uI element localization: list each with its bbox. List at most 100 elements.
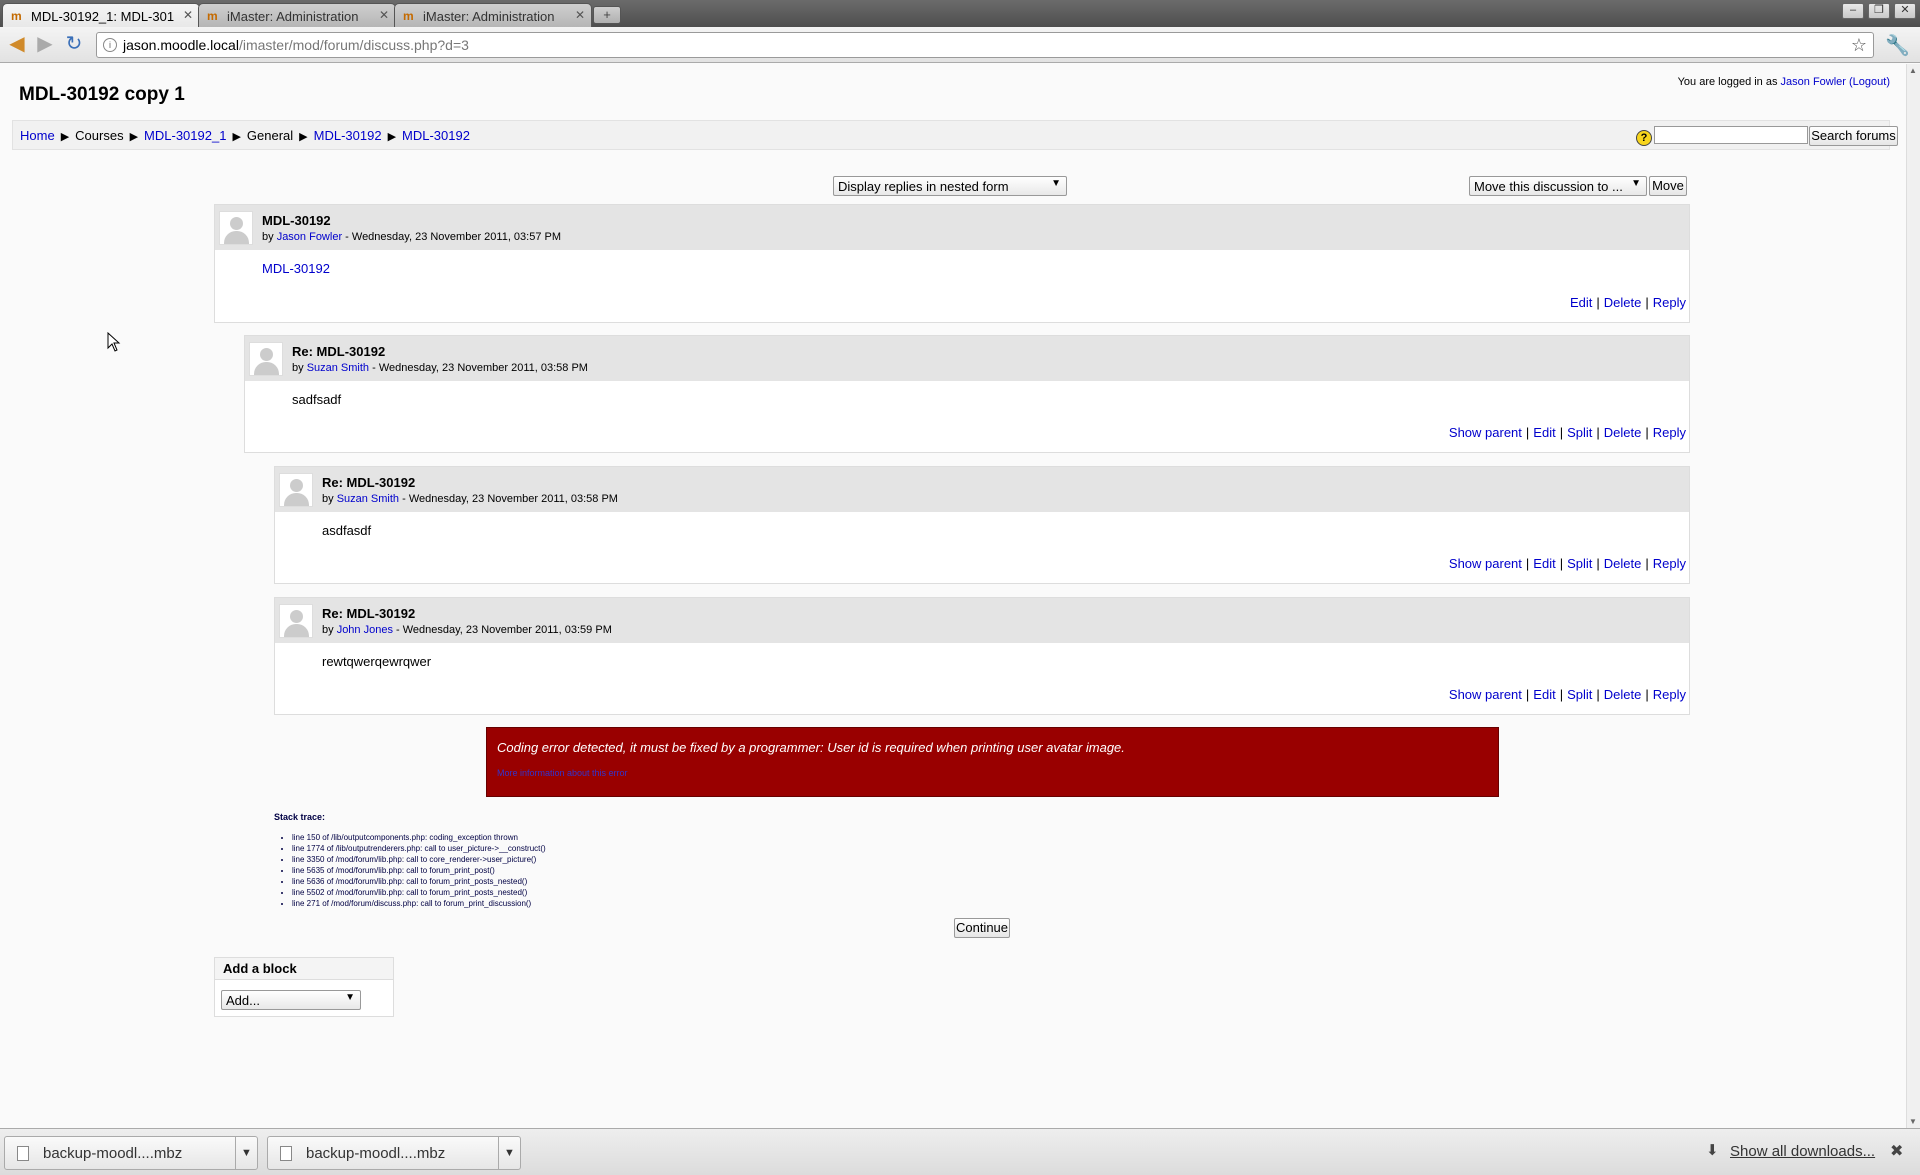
error-message: Coding error detected, it must be fixed … [497, 740, 1125, 755]
bookmark-star-icon[interactable]: ☆ [1851, 35, 1867, 56]
page-content: MDL-30192 copy 1 You are logged in as Ja… [0, 64, 1920, 1128]
post-author-link[interactable]: Suzan Smith [337, 493, 399, 505]
forum-post: Re: MDL-30192 by Suzan Smith - Wednesday… [244, 335, 1690, 453]
download-shelf: backup-moodl....mbz ▼ backup-moodl....mb… [0, 1128, 1920, 1175]
add-block-select[interactable]: Add... ▼ [221, 990, 361, 1010]
stack-trace-line: line 5502 of /mod/forum/lib.php: call to… [292, 887, 546, 898]
show-parent-link[interactable]: Show parent [1449, 425, 1522, 440]
avatar[interactable] [279, 604, 313, 638]
breadcrumb-discussion[interactable]: MDL-30192 [402, 128, 470, 143]
tab-close-icon[interactable]: ✕ [183, 8, 193, 22]
post-message[interactable]: MDL-30192 [262, 261, 330, 276]
breadcrumb-home[interactable]: Home [20, 128, 55, 143]
download-menu-caret-icon[interactable]: ▼ [498, 1137, 520, 1169]
show-parent-link[interactable]: Show parent [1449, 687, 1522, 702]
mouse-cursor-icon [107, 332, 121, 352]
split-link[interactable]: Split [1567, 556, 1592, 571]
help-icon[interactable]: ? [1636, 130, 1652, 146]
stack-trace-line: line 1774 of /lib/outputrenderers.php: c… [292, 843, 546, 854]
tab-label: iMaster: Administration [423, 9, 555, 24]
navbar: Home ▶ Courses ▶ MDL-30192_1 ▶ General ▶ MDL-301… [12, 120, 1898, 150]
post-header: MDL-30192 by Jason Fowler - Wednesday, 2… [215, 205, 1689, 250]
avatar[interactable] [279, 473, 313, 507]
edit-link[interactable]: Edit [1533, 425, 1555, 440]
tab-moodle-forum[interactable]: m MDL-30192_1: MDL-301 ✕ [2, 3, 200, 27]
breadcrumb-general: General [246, 128, 294, 143]
post-commands: Show parent | Edit | Split | Delete | Reply [1448, 687, 1686, 702]
login-info: You are logged in as Jason Fowler (Logou… [1678, 76, 1890, 88]
reply-link[interactable]: Reply [1653, 687, 1686, 702]
scroll-down-icon[interactable]: ▼ [1909, 1117, 1917, 1126]
avatar[interactable] [249, 342, 283, 376]
split-link[interactable]: Split [1567, 687, 1592, 702]
move-button[interactable]: Move [1649, 176, 1687, 196]
url-path: /imaster/mod/forum/discuss.php?d=3 [238, 37, 469, 53]
file-icon [17, 1146, 29, 1161]
post-byline: by Suzan Smith - Wednesday, 23 November … [322, 493, 618, 505]
post-author-link[interactable]: Suzan Smith [307, 362, 369, 374]
moodle-favicon-icon: m [207, 9, 218, 23]
show-all-downloads-link[interactable]: Show all downloads... [1730, 1143, 1875, 1160]
reply-link[interactable]: Reply [1653, 425, 1686, 440]
show-parent-link[interactable]: Show parent [1449, 556, 1522, 571]
edit-link[interactable]: Edit [1570, 295, 1592, 310]
tab-close-icon[interactable]: ✕ [575, 8, 585, 22]
post-subject: Re: MDL-30192 [322, 606, 416, 621]
close-window-icon[interactable]: ✕ [1894, 3, 1916, 19]
restore-window-icon[interactable]: ❐ [1868, 3, 1890, 19]
logout-link[interactable]: (Logout) [1849, 76, 1890, 88]
page-info-icon[interactable]: i [103, 38, 117, 52]
search-forums-input[interactable] [1654, 126, 1808, 144]
delete-link[interactable]: Delete [1604, 425, 1642, 440]
scroll-up-icon[interactable]: ▲ [1909, 66, 1917, 75]
minimize-window-icon[interactable]: – [1842, 3, 1864, 19]
tab-imaster-admin-1[interactable]: m iMaster: Administration ✕ [198, 3, 396, 27]
address-bar[interactable]: i jason.moodle.local/imaster/mod/forum/d… [96, 32, 1874, 58]
wrench-menu-icon[interactable]: 🔧 [1885, 33, 1910, 58]
byline-prefix: by [322, 624, 337, 636]
download-filename: backup-moodl....mbz [306, 1145, 446, 1162]
forum-post: Re: MDL-30192 by Suzan Smith - Wednesday… [274, 466, 1690, 584]
post-author-link[interactable]: Jason Fowler [277, 231, 342, 243]
post-header: Re: MDL-30192 by John Jones - Wednesday,… [275, 598, 1689, 643]
delete-link[interactable]: Delete [1604, 556, 1642, 571]
breadcrumb-separator-icon: ▶ [60, 131, 70, 143]
avatar[interactable] [219, 211, 253, 245]
tab-label: iMaster: Administration [227, 9, 359, 24]
page-scrollbar[interactable]: ▲ ▼ [1906, 64, 1920, 1128]
breadcrumb-forum[interactable]: MDL-30192 [314, 128, 382, 143]
post-subject: MDL-30192 [262, 213, 331, 228]
display-mode-select[interactable]: Display replies in nested form ▼ [833, 176, 1067, 196]
moodle-favicon-icon: m [403, 9, 414, 23]
post-author-link[interactable]: John Jones [337, 624, 393, 636]
delete-link[interactable]: Delete [1604, 687, 1642, 702]
stack-trace-line: line 271 of /mod/forum/discuss.php: call… [292, 898, 546, 909]
split-link[interactable]: Split [1567, 425, 1592, 440]
breadcrumb-course[interactable]: MDL-30192_1 [144, 128, 226, 143]
download-item[interactable]: backup-moodl....mbz ▼ [267, 1136, 521, 1170]
forward-arrow-icon[interactable]: ▶ [33, 33, 57, 57]
reply-link[interactable]: Reply [1653, 295, 1686, 310]
close-shelf-icon[interactable]: ✖ [1890, 1141, 1903, 1161]
edit-link[interactable]: Edit [1533, 687, 1555, 702]
reload-icon[interactable]: ↻ [62, 33, 86, 57]
search-forums-button[interactable]: Search forums [1809, 126, 1898, 146]
tab-close-icon[interactable]: ✕ [379, 8, 389, 22]
edit-link[interactable]: Edit [1533, 556, 1555, 571]
tab-imaster-admin-2[interactable]: m iMaster: Administration ✕ [394, 3, 592, 27]
post-date: - Wednesday, 23 November 2011, 03:59 PM [392, 624, 612, 636]
more-info-link[interactable]: More information about this error [497, 768, 628, 778]
continue-button[interactable]: Continue [954, 918, 1010, 938]
reply-link[interactable]: Reply [1653, 556, 1686, 571]
back-arrow-icon[interactable]: ◀ [5, 33, 29, 57]
download-arrow-icon: ⬇ [1706, 1142, 1719, 1159]
download-menu-caret-icon[interactable]: ▼ [235, 1137, 257, 1169]
user-link[interactable]: Jason Fowler [1781, 76, 1846, 88]
new-tab-button[interactable]: + [593, 6, 621, 24]
delete-link[interactable]: Delete [1604, 295, 1642, 310]
download-item[interactable]: backup-moodl....mbz ▼ [4, 1136, 258, 1170]
breadcrumb-courses: Courses [75, 128, 124, 143]
move-discussion-select[interactable]: Move this discussion to ... ▼ [1469, 176, 1647, 196]
stack-trace-title: Stack trace: [274, 812, 326, 822]
forum-post: MDL-30192 by Jason Fowler - Wednesday, 2… [214, 204, 1690, 323]
